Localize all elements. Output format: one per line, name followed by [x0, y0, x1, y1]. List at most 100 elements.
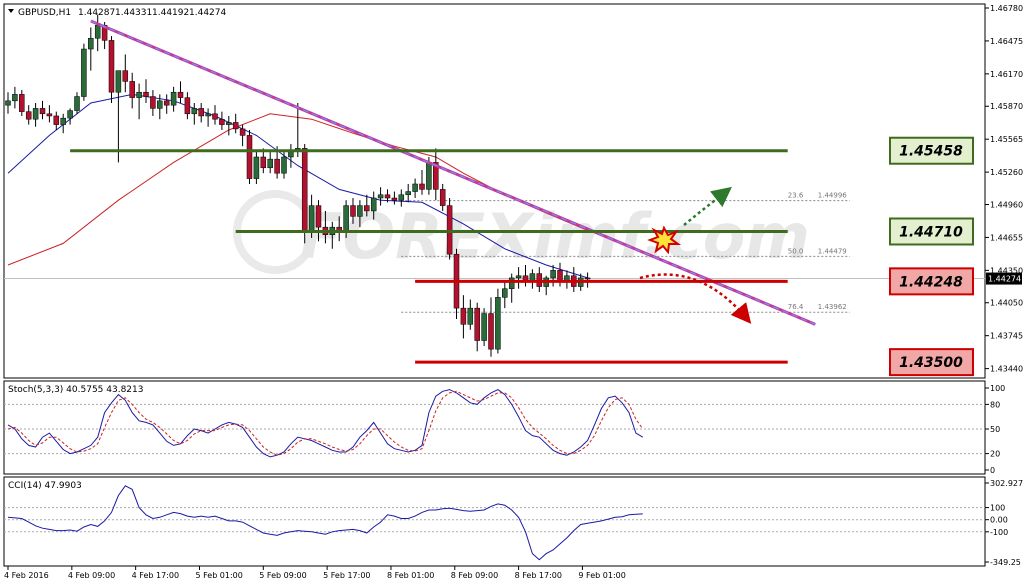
candle-body [150, 96, 156, 109]
price-tick-label: 1.46170 [990, 70, 1023, 79]
candle-body [508, 277, 515, 289]
candle-body [191, 108, 198, 115]
time-tick-label: 8 Feb 01:00 [387, 571, 434, 580]
cci-label: CCI(14) 47.9903 [8, 481, 82, 491]
candle-body [12, 94, 18, 102]
candle-body [398, 194, 405, 201]
fibonacci-level-value: 1.43962 [818, 303, 847, 311]
candle-body [198, 108, 204, 117]
time-tick-label: 5 Feb 01:00 [195, 571, 242, 580]
candle-body [357, 205, 363, 217]
stochastic-axis: 100 80 50 20 0 [985, 384, 1005, 475]
candle-body [474, 307, 480, 341]
candle-body [446, 205, 453, 255]
chart-header: GBPUSD,H1 1.44287 1.44331 1.44192 1.4427… [8, 8, 226, 18]
stochastic-tick-label: 50 [990, 425, 1000, 434]
candle-body [515, 275, 522, 279]
candle-body [288, 151, 294, 158]
candle-body [157, 100, 163, 109]
candle-body [122, 70, 129, 82]
candle-body [81, 48, 87, 97]
candle-body [426, 162, 432, 190]
stochastic-tick-label: 0 [990, 466, 995, 475]
stochastic-tick-label: 100 [990, 384, 1005, 393]
candle-body [364, 205, 370, 212]
candle-body [439, 189, 446, 206]
level-label-text: 1.45458 [899, 144, 963, 160]
candle-body [46, 113, 53, 117]
candle-body [412, 183, 418, 192]
candle-body [239, 128, 246, 136]
price-tick-label: 1.43440 [990, 365, 1023, 374]
stochastic-tick-label: 80 [990, 400, 1000, 409]
price-tick-label: 1.45260 [990, 168, 1023, 177]
cci-axis: 302.927 100 0.00 -100 -349.25 [985, 479, 1023, 567]
low-value: 1.44192 [152, 8, 189, 18]
cci-panel [3, 476, 986, 567]
candle-body [108, 40, 115, 93]
fibonacci-level-label: 50.0 [788, 247, 804, 255]
candle-body [25, 111, 32, 120]
stochastic-tick-label: 20 [990, 450, 1000, 459]
open-value: 1.44287 [78, 8, 115, 18]
candle-body [115, 70, 122, 93]
time-tick-label: 8 Feb 17:00 [515, 571, 562, 580]
candle-body [550, 270, 556, 279]
time-tick-label: 4 Feb 17:00 [132, 571, 179, 580]
candle-body [219, 118, 225, 125]
candle-body [308, 205, 315, 233]
time-tick-label: 9 Feb 01:00 [578, 571, 625, 580]
candle-body [481, 313, 487, 341]
candle-body [419, 183, 425, 190]
candle-body [232, 122, 239, 130]
candle-body [32, 108, 39, 120]
close-value: 1.44274 [189, 8, 226, 18]
watermark-text: FOREXimf.com [300, 200, 810, 273]
level-label-text: 1.43500 [899, 355, 963, 371]
candle-body [274, 158, 280, 174]
candle-body [163, 100, 170, 106]
candle-body [226, 122, 232, 125]
candle-body [19, 94, 25, 112]
candle-body [88, 37, 94, 50]
fibonacci-level-value: 1.44996 [818, 192, 847, 200]
time-tick-label: 4 Feb 09:00 [68, 571, 115, 580]
candle-body [212, 113, 218, 120]
candle-body [74, 96, 80, 111]
candle-body [129, 81, 135, 98]
candle-body [5, 100, 11, 106]
candle-body [502, 288, 508, 298]
candle-body [315, 205, 322, 228]
candle-body [384, 194, 391, 199]
candle-body [39, 108, 46, 115]
price-tick-label: 1.45565 [990, 135, 1023, 144]
candle-body [557, 270, 563, 282]
time-tick-label: 5 Feb 17:00 [323, 571, 370, 580]
candle-body [260, 156, 267, 169]
candle-body [253, 156, 260, 179]
time-tick-label: 8 Feb 09:00 [451, 571, 498, 580]
time-tick-label: 5 Feb 09:00 [259, 571, 306, 580]
candle-body [377, 194, 384, 199]
candle-body [170, 91, 177, 106]
candle-body [460, 307, 467, 325]
candle-body [94, 25, 101, 39]
candle-body [343, 205, 349, 233]
cci-tick-label: 302.927 [990, 479, 1023, 488]
price-tick-label: 1.44655 [990, 233, 1023, 242]
candle-body [177, 91, 184, 98]
candle-body [267, 158, 273, 169]
time-tick-label: 4 Feb 2016 [4, 571, 49, 580]
candle-body [391, 197, 398, 201]
fibonacci-level-value: 1.44479 [818, 247, 847, 255]
stochastic-panel [3, 380, 986, 475]
level-label-text: 1.44248 [899, 274, 963, 290]
candle-body [488, 313, 494, 350]
candle-body [281, 156, 287, 174]
candle-body [495, 297, 501, 350]
candle-body [370, 197, 377, 212]
current-price-label: 1.44274 [988, 275, 1021, 284]
candle-body [136, 91, 142, 98]
price-tick-label: 1.43745 [990, 332, 1023, 341]
candle-body [467, 307, 474, 325]
